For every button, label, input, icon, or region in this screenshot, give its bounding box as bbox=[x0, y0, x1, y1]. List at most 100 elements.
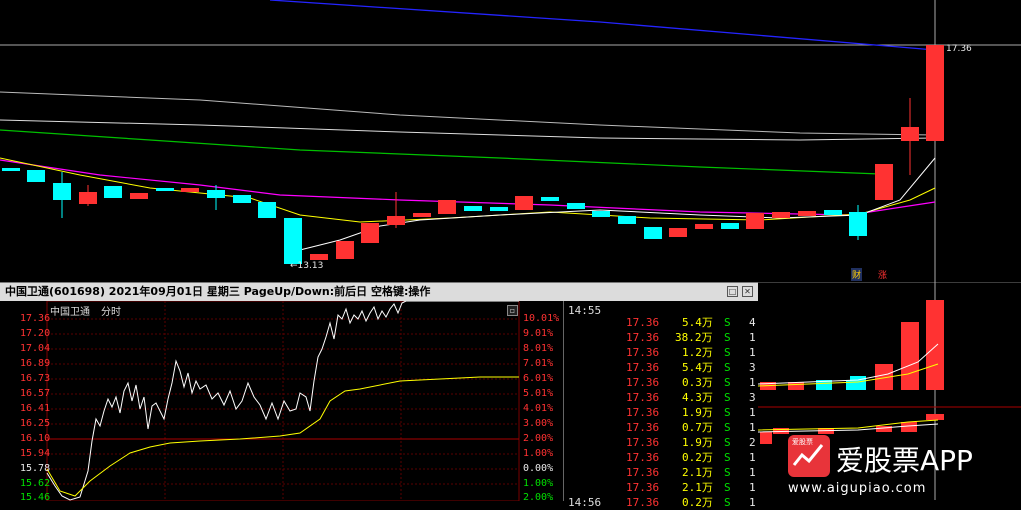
candle bbox=[901, 127, 919, 141]
candlesticks bbox=[2, 45, 944, 264]
volume-bar bbox=[850, 376, 866, 390]
candle bbox=[772, 212, 790, 218]
watermark-logo: 爱股票 爱股票APP bbox=[788, 435, 1021, 483]
price-label: 17.36 bbox=[20, 313, 51, 324]
watermark-brand: 爱股票APP bbox=[836, 444, 973, 477]
candle bbox=[258, 202, 276, 218]
pct-label: 1.00% bbox=[523, 448, 554, 459]
watermark-url: www.aigupiao.com bbox=[788, 481, 927, 496]
candle bbox=[438, 200, 456, 214]
ma-white-line bbox=[0, 119, 936, 141]
price-label: 16.41 bbox=[20, 403, 51, 414]
candle bbox=[79, 192, 97, 204]
tick-row: 17.36 5.4万 S 4 bbox=[626, 316, 756, 329]
volume-bar bbox=[926, 300, 944, 390]
tick-row: 17.36 4.3万 S 3 bbox=[626, 391, 756, 404]
candle bbox=[541, 197, 559, 201]
volume-bar bbox=[901, 322, 919, 390]
macd-bar bbox=[876, 426, 892, 432]
tick-row: 17.36 38.2万 S 1 bbox=[626, 331, 756, 344]
minute-chart[interactable] bbox=[0, 301, 562, 501]
chart-option-icon[interactable]: ▫ bbox=[507, 305, 518, 316]
logo-box-label: 爱股票 bbox=[792, 438, 813, 446]
pct-label: 3.00% bbox=[523, 418, 554, 429]
maximize-button[interactable]: □ bbox=[727, 286, 738, 297]
candle bbox=[798, 211, 816, 216]
candle bbox=[233, 195, 251, 203]
tick-row: 14:56 17.36 0.2万 S 1 bbox=[568, 496, 756, 509]
candle bbox=[592, 211, 610, 217]
candle bbox=[746, 213, 764, 229]
macd-bar bbox=[901, 422, 917, 432]
price-label: 15.94 bbox=[20, 448, 51, 459]
macd-bar bbox=[760, 432, 772, 444]
candle bbox=[130, 193, 148, 199]
pct-label: 10.01% bbox=[523, 313, 560, 324]
candle bbox=[567, 203, 585, 209]
pct-label: 0.00% bbox=[523, 463, 554, 474]
price-label: 16.73 bbox=[20, 373, 51, 384]
price-label: 16.57 bbox=[20, 388, 51, 399]
candle bbox=[104, 186, 122, 198]
tick-row: 17.36 0.2万 S 1 bbox=[626, 451, 756, 464]
pct-label: 5.01% bbox=[523, 388, 554, 399]
pct-label: 2.00% bbox=[523, 433, 554, 444]
price-label: 16.89 bbox=[20, 358, 51, 369]
tick-row: 17.36 1.9万 S 1 bbox=[626, 406, 756, 419]
pct-label: 9.01% bbox=[523, 328, 554, 339]
pct-label: 2.00% bbox=[523, 492, 554, 503]
ma-green-line bbox=[0, 129, 881, 175]
pct-label: 6.01% bbox=[523, 373, 554, 384]
price-label: 16.10 bbox=[20, 433, 51, 444]
candle bbox=[515, 196, 533, 210]
candle bbox=[284, 218, 302, 264]
price-label: 15.78 bbox=[20, 463, 51, 474]
candle bbox=[387, 216, 405, 225]
badge-cai[interactable]: 财 bbox=[851, 268, 863, 281]
volume-bars bbox=[760, 300, 944, 390]
candle bbox=[207, 190, 225, 198]
kline-chart[interactable] bbox=[0, 0, 1021, 282]
candle bbox=[413, 213, 431, 217]
candle bbox=[156, 188, 174, 191]
candle bbox=[824, 210, 842, 215]
tick-row: 17.36 5.4万 S 3 bbox=[626, 361, 756, 374]
candle bbox=[2, 168, 20, 171]
candle bbox=[875, 164, 893, 200]
pct-label: 8.01% bbox=[523, 343, 554, 354]
candle bbox=[310, 254, 328, 260]
popup-title-bar[interactable]: 中国卫通(601698) 2021年09月01日 星期三 PageUp/Down… bbox=[0, 283, 758, 301]
macd-bar bbox=[926, 414, 944, 420]
candle bbox=[695, 224, 713, 229]
tick-row: 17.36 2.1万 S 1 bbox=[626, 466, 756, 479]
candle bbox=[361, 223, 379, 243]
price-label: 16.25 bbox=[20, 418, 51, 429]
candle bbox=[53, 183, 71, 200]
candle bbox=[721, 223, 739, 229]
tick-row: 17.36 2.1万 S 1 bbox=[626, 481, 756, 494]
candle bbox=[27, 170, 45, 182]
candle bbox=[618, 216, 636, 224]
chart-mode-label: 分时 bbox=[101, 307, 121, 318]
low-price-tag: ←13.13 bbox=[290, 261, 324, 271]
price-label: 15.62 bbox=[20, 478, 51, 489]
candle bbox=[336, 241, 354, 259]
tick-list[interactable]: 14:55 17.36 5.4万 S 4 17.36 38.2万 S 1 17.36 1.2万… bbox=[563, 301, 759, 509]
candle bbox=[849, 212, 867, 236]
candle bbox=[181, 188, 199, 192]
candle bbox=[644, 227, 662, 239]
minute-popup-window[interactable]: 中国卫通(601698) 2021年09月01日 星期三 PageUp/Down… bbox=[0, 282, 759, 509]
ma-gray-line bbox=[0, 91, 936, 136]
price-label: 15.46 bbox=[20, 492, 51, 503]
badge-zhang[interactable]: 涨 bbox=[878, 268, 887, 281]
close-button[interactable]: ✕ bbox=[742, 286, 753, 297]
price-label: 17.20 bbox=[20, 328, 51, 339]
tick-row: 17.36 0.3万 S 1 bbox=[626, 376, 756, 389]
candle bbox=[464, 206, 482, 211]
pct-label: 4.01% bbox=[523, 403, 554, 414]
ma-blue-line bbox=[269, 0, 936, 51]
price-label: 17.04 bbox=[20, 343, 51, 354]
tick-row: 17.36 1.2万 S 1 bbox=[626, 346, 756, 359]
pct-label: 7.01% bbox=[523, 358, 554, 369]
candle bbox=[926, 45, 944, 141]
